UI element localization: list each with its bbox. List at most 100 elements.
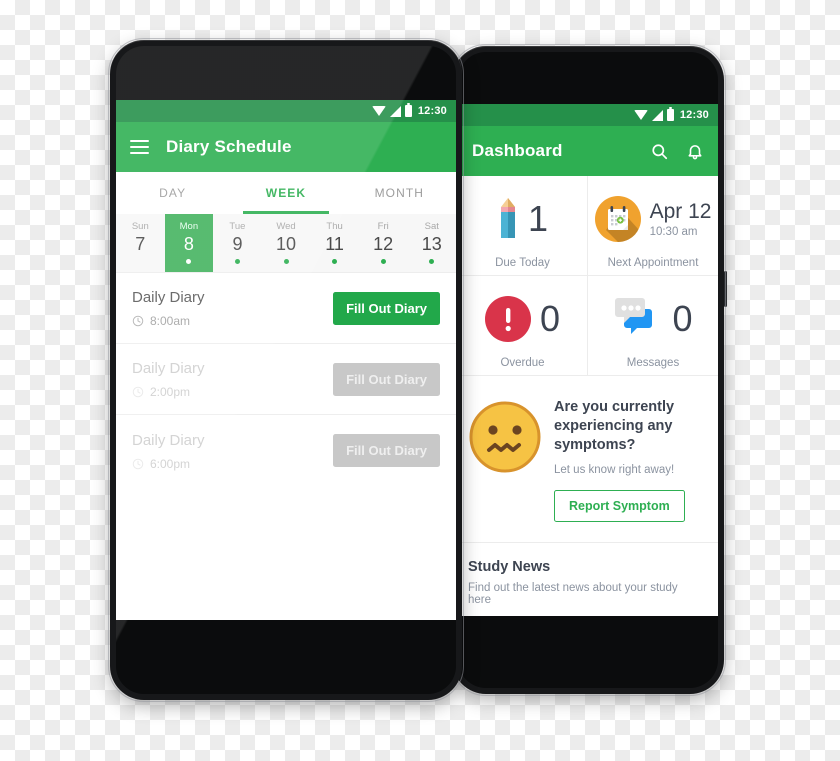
dashboard-content: 1 Due Today Apr 12 10:30 am Next Appoint… — [458, 176, 718, 616]
diary-time-label: 8:00am — [150, 314, 191, 328]
day-of-week-label: Wed — [276, 221, 296, 232]
confounded-face-emoji — [468, 400, 542, 474]
signal-icon — [389, 105, 401, 117]
week-day-fri[interactable]: Fri 12 — [359, 214, 408, 272]
status-bar-dashboard: 12:30 — [458, 104, 718, 126]
week-day-sun[interactable]: Sun 7 — [116, 214, 165, 272]
diary-info: Daily Diary 6:00pm — [132, 431, 333, 471]
diary-info: Daily Diary 8:00am — [132, 288, 333, 328]
day-number: 7 — [135, 234, 146, 254]
day-number: 12 — [373, 234, 394, 254]
bell-icon[interactable] — [686, 142, 704, 161]
messages-main: 0 — [613, 284, 693, 353]
power-button[interactable] — [724, 271, 727, 307]
week-day-tue[interactable]: Tue 9 — [213, 214, 262, 272]
diary-entry-list: Daily Diary 8:00am Fill Out Diary Daily … — [116, 273, 456, 486]
fill-out-diary-button[interactable]: Fill Out Diary — [333, 291, 440, 325]
week-day-mon[interactable]: Mon 8 — [164, 214, 214, 272]
dashboard-screen: 12:30 Dashboard 1 Due Today Apr 12 10:30… — [458, 104, 718, 616]
phone-bezel-inner: 12:30 Diary Schedule DAY WEEK MONTH Sun … — [116, 46, 456, 694]
clock-icon — [132, 315, 144, 327]
study-news-card[interactable]: Study News Find out the latest news abou… — [458, 543, 718, 616]
appointment-main: Apr 12 10:30 am — [594, 184, 712, 253]
stat-card-overdue[interactable]: 0 Overdue — [458, 276, 588, 376]
status-bar-clock: 12:30 — [417, 105, 447, 117]
appointment-text: Apr 12 10:30 am — [650, 200, 712, 238]
clock-icon — [132, 458, 144, 470]
stat-card-grid: 1 Due Today Apr 12 10:30 am Next Appoint… — [458, 176, 718, 376]
week-day-sat[interactable]: Sat 13 — [407, 214, 456, 272]
calendar-icon — [594, 195, 641, 242]
symptom-body: Are you currently experiencing any sympt… — [554, 396, 702, 522]
diary-time-label: 6:00pm — [150, 456, 191, 471]
diary-row: Daily Diary 2:00pm Fill Out Diary — [116, 344, 456, 415]
day-event-dot — [186, 259, 192, 264]
signal-icon — [651, 109, 663, 121]
symptom-card: Are you currently experiencing any sympt… — [458, 376, 718, 543]
day-event-dot — [429, 259, 435, 264]
diary-time: 6:00pm — [132, 457, 333, 471]
study-news-subtitle: Find out the latest news about your stud… — [468, 582, 678, 606]
mockup-stage: 12:30 Dashboard 1 Due Today Apr 12 10:30… — [0, 0, 840, 761]
appointment-time: 10:30 am — [649, 225, 698, 238]
app-bar-actions — [650, 142, 704, 161]
symptom-subtitle: Let us know right away! — [554, 464, 675, 476]
day-number: 11 — [325, 234, 344, 254]
fill-out-diary-button[interactable]: Fill Out Diary — [333, 434, 440, 467]
phone-device-dashboard: 12:30 Dashboard 1 Due Today Apr 12 10:30… — [450, 44, 727, 696]
diary-title: Daily Diary — [132, 431, 205, 449]
clock-icon — [132, 386, 144, 398]
messages-value: 0 — [672, 297, 693, 339]
diary-row: Daily Diary 8:00am Fill Out Diary — [116, 273, 456, 344]
study-news-title: Study News — [468, 559, 551, 575]
messages-label: Messages — [626, 357, 680, 369]
page-title: Dashboard — [472, 141, 563, 160]
due-today-label: Due Today — [495, 257, 550, 269]
tab-day[interactable]: DAY — [116, 172, 229, 214]
overdue-label: Overdue — [500, 357, 545, 369]
status-bar-clock: 12:30 — [679, 109, 709, 121]
stat-card-next-appointment[interactable]: Apr 12 10:30 am Next Appointment — [588, 176, 718, 276]
diary-row: Daily Diary 6:00pm Fill Out Diary — [116, 415, 456, 486]
day-number: 13 — [421, 234, 442, 254]
day-of-week-label: Sun — [131, 221, 149, 232]
hamburger-menu-icon[interactable] — [130, 140, 149, 154]
day-of-week-label: Mon — [179, 221, 199, 232]
overdue-value: 0 — [539, 297, 561, 339]
wifi-icon — [371, 106, 386, 116]
report-symptom-button[interactable]: Report Symptom — [554, 490, 685, 522]
due-today-value: 1 — [527, 197, 549, 239]
phone-bezel-inner: 12:30 Dashboard 1 Due Today Apr 12 10:30… — [458, 52, 718, 688]
battery-icon — [404, 103, 412, 117]
day-event-dot — [332, 259, 338, 264]
app-bar-dashboard: Dashboard — [458, 126, 718, 176]
diary-title: Daily Diary — [132, 360, 205, 377]
stat-card-messages[interactable]: 0 Messages — [588, 276, 718, 376]
diary-title: Daily Diary — [132, 289, 205, 306]
diary-time: 8:00am — [132, 314, 333, 328]
diary-time: 2:00pm — [132, 385, 333, 399]
diary-info: Daily Diary 2:00pm — [132, 359, 333, 399]
week-day-thu[interactable]: Thu 11 — [310, 214, 359, 272]
pencil-icon — [497, 196, 519, 242]
appointment-date: Apr 12 — [649, 199, 712, 223]
day-of-week-label: Fri — [377, 221, 389, 232]
status-bar-diary: 12:30 — [116, 100, 456, 122]
phone-device-diary: 12:30 Diary Schedule DAY WEEK MONTH Sun … — [108, 38, 464, 702]
app-bar-diary: Diary Schedule — [116, 122, 456, 172]
tab-month[interactable]: MONTH — [343, 172, 456, 214]
due-today-main: 1 — [497, 184, 548, 253]
diary-schedule-screen: 12:30 Diary Schedule DAY WEEK MONTH Sun … — [116, 100, 456, 620]
stat-card-due-today[interactable]: 1 Due Today — [458, 176, 588, 276]
day-event-dot — [283, 259, 289, 264]
day-number: 10 — [276, 234, 297, 254]
diary-time-label: 2:00pm — [150, 385, 191, 399]
alert-icon — [484, 295, 531, 342]
day-of-week-label: Sat — [424, 221, 439, 232]
day-of-week-label: Tue — [229, 221, 246, 232]
search-icon[interactable] — [650, 142, 669, 161]
tab-week[interactable]: WEEK — [229, 172, 342, 214]
week-day-wed[interactable]: Wed 10 — [262, 214, 311, 272]
day-event-dot — [380, 259, 386, 264]
fill-out-diary-button[interactable]: Fill Out Diary — [333, 362, 440, 396]
